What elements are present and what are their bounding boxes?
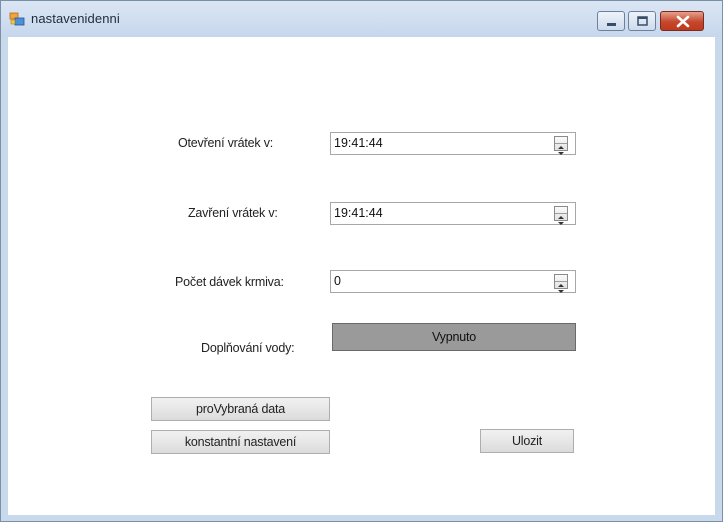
maximize-button[interactable]	[628, 11, 656, 31]
close-time-label: Zavření vrátek v:	[188, 206, 278, 220]
open-time-spin-buttons[interactable]	[554, 136, 568, 155]
close-time-picker[interactable]: 19:41:44	[330, 202, 576, 225]
spin-up-icon[interactable]	[555, 137, 567, 149]
spin-up-icon[interactable]	[555, 275, 567, 287]
feed-count-stepper[interactable]: 0	[330, 270, 576, 293]
spin-down-icon[interactable]	[555, 282, 567, 293]
app-window: nastavenidenni Otevření vrátek v: 19:41:…	[0, 0, 723, 522]
close-button[interactable]	[660, 11, 704, 31]
open-time-label: Otevření vrátek v:	[178, 136, 274, 150]
spin-up-icon[interactable]	[555, 207, 567, 219]
open-time-picker[interactable]: 19:41:44	[330, 132, 576, 155]
open-time-value[interactable]: 19:41:44	[334, 136, 383, 150]
feed-count-spin-buttons[interactable]	[554, 274, 568, 293]
water-refill-toggle-button[interactable]: Vypnuto	[332, 323, 576, 351]
minimize-icon	[607, 23, 616, 26]
feed-count-label: Počet dávek krmiva:	[175, 275, 284, 289]
spin-down-icon[interactable]	[555, 214, 567, 225]
minimize-button[interactable]	[597, 11, 625, 31]
feed-count-value[interactable]: 0	[334, 274, 341, 288]
save-button[interactable]: Ulozit	[480, 429, 574, 453]
title-bar[interactable]: nastavenidenni	[1, 1, 722, 37]
form-client-area: Otevření vrátek v: 19:41:44 Zavření vrát…	[8, 37, 715, 515]
spin-down-icon[interactable]	[555, 144, 567, 155]
close-time-spin-buttons[interactable]	[554, 206, 568, 225]
maximize-icon	[637, 16, 648, 26]
app-window-icon	[9, 11, 25, 27]
water-refill-label: Doplňování vody:	[201, 341, 295, 355]
selected-data-button[interactable]: proVybraná data	[151, 397, 330, 421]
close-icon	[676, 15, 690, 28]
window-title: nastavenidenni	[31, 11, 120, 26]
constant-settings-button[interactable]: konstantní nastavení	[151, 430, 330, 454]
close-time-value[interactable]: 19:41:44	[334, 206, 383, 220]
